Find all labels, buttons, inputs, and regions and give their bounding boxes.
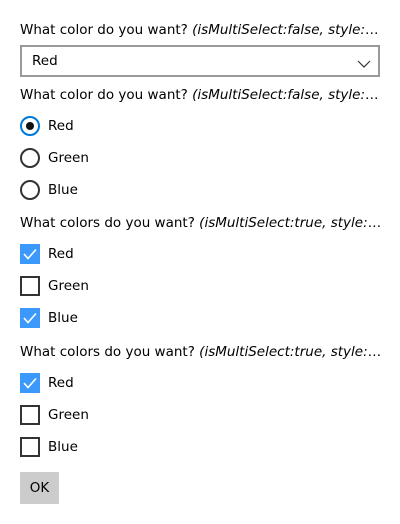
checkbox-option-label: Red bbox=[48, 246, 74, 262]
checkmark-icon bbox=[23, 312, 37, 324]
radio-option-blue[interactable]: Blue bbox=[20, 180, 220, 200]
question-3-prompt: What colors do you want? bbox=[20, 215, 195, 231]
chevron-down-icon bbox=[357, 55, 371, 68]
checkbox-option-red[interactable]: Red bbox=[20, 373, 220, 393]
checkmark-icon bbox=[23, 377, 37, 389]
color-combo-box[interactable]: Red bbox=[20, 45, 380, 77]
checkbox-option-red[interactable]: Red bbox=[20, 244, 220, 264]
checkbox[interactable] bbox=[20, 276, 40, 296]
checkbox[interactable] bbox=[20, 308, 40, 328]
checkbox[interactable] bbox=[20, 244, 40, 264]
checkbox-option-blue[interactable]: Blue bbox=[20, 437, 220, 457]
checkbox-option-label: Blue bbox=[48, 439, 78, 455]
checkmark-icon bbox=[23, 248, 37, 260]
radio-option-label: Blue bbox=[48, 182, 78, 198]
radio-option-red[interactable]: Red bbox=[20, 116, 220, 136]
checkbox-option-green[interactable]: Green bbox=[20, 276, 220, 296]
radio-button[interactable] bbox=[20, 116, 40, 136]
checkbox-option-green[interactable]: Green bbox=[20, 405, 220, 425]
checkbox[interactable] bbox=[20, 405, 40, 425]
combo-selected-value: Red bbox=[32, 53, 58, 69]
question-2-prompt: What color do you want? bbox=[20, 87, 188, 103]
question-4-label: What colors do you want? (isMultiSelect:… bbox=[20, 343, 382, 361]
checkbox-option-label: Blue bbox=[48, 310, 78, 326]
question-4-prompt: What colors do you want? bbox=[20, 344, 195, 360]
question-3-label: What colors do you want? (isMultiSelect:… bbox=[20, 214, 382, 232]
question-2-label: What color do you want? (isMultiSelect:f… bbox=[20, 86, 382, 104]
question-4-hint: (isMultiSelect:true, style:expanded) bbox=[199, 344, 382, 360]
radio-option-label: Green bbox=[48, 150, 89, 166]
checkbox[interactable] bbox=[20, 373, 40, 393]
radio-option-green[interactable]: Green bbox=[20, 148, 220, 168]
radio-option-label: Red bbox=[48, 118, 74, 134]
checkbox-option-blue[interactable]: Blue bbox=[20, 308, 220, 328]
checkbox[interactable] bbox=[20, 437, 40, 457]
question-2-hint: (isMultiSelect:false, style:expanded) bbox=[192, 87, 382, 103]
checkbox-option-label: Green bbox=[48, 278, 89, 294]
radio-dot bbox=[26, 122, 34, 130]
radio-button[interactable] bbox=[20, 180, 40, 200]
question-1-label: What color do you want? (isMultiSelect:f… bbox=[20, 21, 382, 39]
radio-button[interactable] bbox=[20, 148, 40, 168]
question-1-hint: (isMultiSelect:false, style:compact) bbox=[192, 22, 382, 38]
ok-button[interactable]: OK bbox=[20, 472, 59, 504]
checkbox-option-label: Red bbox=[48, 375, 74, 391]
checkbox-option-label: Green bbox=[48, 407, 89, 423]
question-1-prompt: What color do you want? bbox=[20, 22, 188, 38]
question-3-hint: (isMultiSelect:true, style:compact) bbox=[199, 215, 382, 231]
